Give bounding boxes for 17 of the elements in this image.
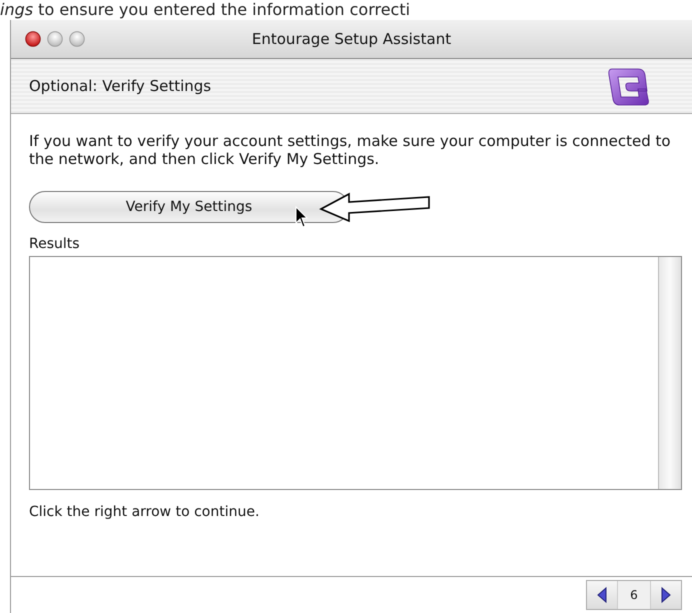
close-button[interactable] <box>25 31 41 47</box>
mouse-pointer-icon <box>295 206 309 228</box>
page-title: Optional: Verify Settings <box>29 77 212 95</box>
previous-button[interactable] <box>587 581 617 609</box>
window-button[interactable] <box>69 31 85 47</box>
document-caption: ings to ensure you entered the information correcti <box>0 0 410 20</box>
scrollbar[interactable] <box>658 257 681 489</box>
instructions-text: If you want to verify your account settings, make sure your computer is connected to the network, and then click Verify My Settings. <box>29 132 672 168</box>
window-button[interactable] <box>47 31 63 47</box>
window-title: Entourage Setup Assistant <box>252 30 452 48</box>
next-button[interactable] <box>651 581 681 609</box>
right-triangle-icon <box>661 587 671 603</box>
results-label: Results <box>29 236 81 252</box>
continue-hint-text: Click the right arrow to continue. <box>29 504 260 522</box>
left-triangle-icon <box>597 587 607 603</box>
results-field[interactable] <box>29 256 682 490</box>
page-number: 6 <box>617 581 651 609</box>
